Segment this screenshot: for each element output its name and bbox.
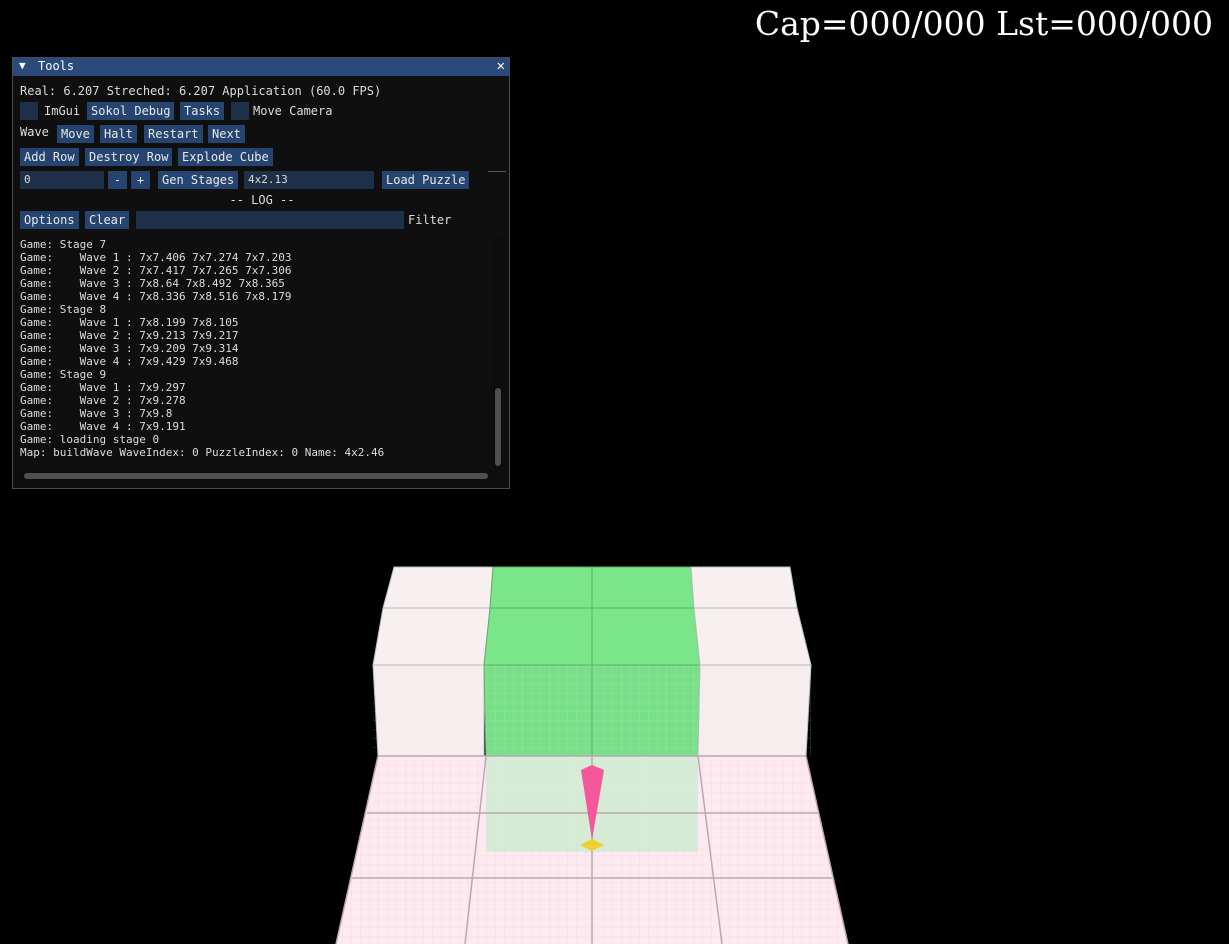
log-line: Game: Stage 8	[20, 303, 107, 316]
collapse-icon[interactable]: ▼	[19, 59, 26, 72]
restart-button[interactable]: Restart	[144, 125, 203, 143]
increment-button[interactable]: +	[131, 171, 150, 189]
back-row-cubes	[382, 566, 798, 609]
stage-input[interactable]: 0	[20, 171, 104, 189]
log-line: Game: Wave 4 : 7x9.429 7x9.468	[20, 355, 239, 368]
separator	[488, 171, 506, 172]
log-header: -- LOG --	[229, 193, 295, 207]
log-output: Game: Stage 7 Game: Wave 1 : 7x7.406 7x7.…	[20, 238, 490, 468]
log-line: Game: Stage 7	[20, 238, 107, 251]
destroy-row-button[interactable]: Destroy Row	[85, 148, 173, 166]
log-line: Game: Wave 3 : 7x9.209 7x9.314	[20, 342, 239, 355]
frame-status: Real: 6.207 Streched: 6.207 Application …	[20, 84, 382, 98]
load-puzzle-button[interactable]: Load Puzzle	[382, 171, 470, 189]
log-horizontal-scrollbar[interactable]	[20, 471, 496, 481]
imgui-checkbox[interactable]	[20, 102, 38, 120]
toggle-row: ImGui Sokol Debug Tasks Move Camera	[20, 102, 500, 120]
move-camera-checkbox[interactable]	[231, 102, 249, 120]
move-camera-label: Move Camera	[253, 104, 333, 118]
log-line: Game: Wave 2 : 7x7.417 7x7.265 7x7.306	[20, 264, 292, 277]
clear-button[interactable]: Clear	[85, 211, 130, 229]
log-controls-row: Options Clear Filter	[20, 211, 500, 229]
close-icon[interactable]: ✕	[497, 58, 505, 74]
tools-titlebar[interactable]: ▼ Tools ✕	[13, 58, 509, 76]
scrollbar-thumb[interactable]	[24, 473, 488, 479]
wave-row: Wave Move Halt Restart Next	[20, 125, 500, 143]
puzzle-input[interactable]: 4x2.13	[244, 171, 374, 189]
front-row-cube-faces	[372, 664, 812, 757]
sokol-debug-button[interactable]: Sokol Debug	[87, 102, 175, 120]
stage-row: 0 - + Gen Stages 4x2.13 Load Puzzle	[20, 171, 500, 189]
decrement-button[interactable]: -	[108, 171, 127, 189]
log-line: Game: Wave 1 : 7x8.199 7x8.105	[20, 316, 239, 329]
options-button[interactable]: Options	[20, 211, 79, 229]
log-line: Game: loading stage 0	[20, 433, 160, 446]
log-line: Game: Stage 9	[20, 368, 107, 381]
imgui-label: ImGui	[44, 104, 81, 118]
wave-label: Wave	[20, 125, 49, 139]
log-line: Game: Wave 3 : 7x9.8	[20, 407, 173, 420]
log-line: Game: Wave 2 : 7x9.213 7x9.217	[20, 329, 239, 342]
tools-window: ▼ Tools ✕ Real: 6.207 Streched: 6.207 Ap…	[12, 57, 510, 489]
gen-stages-button[interactable]: Gen Stages	[158, 171, 239, 189]
move-button[interactable]: Move	[57, 125, 94, 143]
log-line: Game: Wave 4 : 7x8.336 7x8.516 7x8.179	[20, 290, 292, 303]
log-line: Game: Wave 2 : 7x9.278	[20, 394, 186, 407]
log-vertical-scrollbar[interactable]	[493, 238, 503, 468]
window-title: Tools	[38, 59, 75, 73]
cube-row: Add Row Destroy Row Explode Cube	[20, 148, 500, 166]
capture-counter: Cap=000/000 Lst=000/000	[754, 4, 1213, 43]
halt-button[interactable]: Halt	[100, 125, 137, 143]
log-line: Game: Wave 1 : 7x7.406 7x7.274 7x7.203	[20, 251, 292, 264]
log-line: Map: buildWave WaveIndex: 0 PuzzleIndex:…	[20, 446, 385, 459]
front-row-cube-tops	[372, 607, 812, 666]
add-row-button[interactable]: Add Row	[20, 148, 79, 166]
next-button[interactable]: Next	[208, 125, 245, 143]
log-line: Game: Wave 1 : 7x9.297	[20, 381, 186, 394]
filter-input[interactable]	[136, 211, 404, 229]
log-line: Game: Wave 4 : 7x9.191	[20, 420, 186, 433]
log-header-row: -- LOG --	[20, 193, 504, 211]
log-line: Game: Wave 3 : 7x8.64 7x8.492 7x8.365	[20, 277, 285, 290]
scrollbar-thumb[interactable]	[495, 388, 501, 466]
explode-cube-button[interactable]: Explode Cube	[178, 148, 273, 166]
tasks-button[interactable]: Tasks	[180, 102, 225, 120]
filter-label: Filter	[408, 213, 452, 227]
